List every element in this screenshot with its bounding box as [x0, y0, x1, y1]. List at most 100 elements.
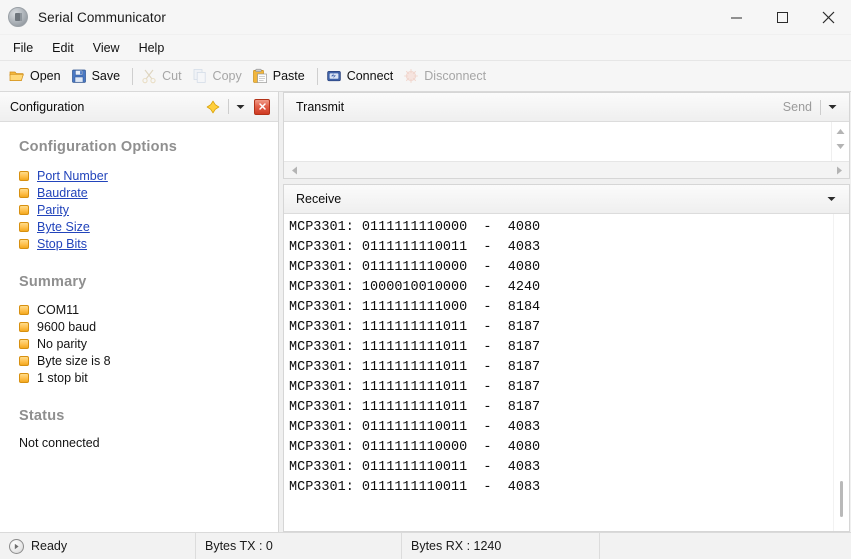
status-bytes-tx: Bytes TX : 0 — [196, 533, 402, 559]
scrollbar-thumb[interactable] — [840, 481, 843, 517]
config-option-byte-size[interactable]: Byte Size — [19, 219, 278, 235]
summary-item-parity: No parity — [19, 336, 278, 352]
bullet-icon — [19, 239, 29, 249]
paste-button[interactable]: Paste — [250, 64, 310, 88]
configuration-panel-header: Configuration — [0, 92, 278, 122]
send-button: Send — [783, 100, 812, 114]
receive-log[interactable]: MCP3301: 0111111110000 - 4080 MCP3301: 0… — [284, 214, 833, 531]
main-content: Configuration Config — [0, 92, 851, 532]
connect-button[interactable]: Connect — [324, 64, 399, 88]
triangle-up-icon[interactable] — [833, 124, 848, 139]
triangle-left-icon[interactable] — [287, 163, 301, 177]
configuration-options-heading: Configuration Options — [19, 139, 278, 155]
config-option-port-number[interactable]: Port Number — [19, 168, 278, 184]
transmit-header-separator — [820, 100, 821, 115]
chevron-down-icon[interactable] — [232, 96, 249, 118]
receive-body: MCP3301: 0111111110000 - 4080 MCP3301: 0… — [284, 214, 849, 531]
status-bar: Ready Bytes TX : 0 Bytes RX : 1240 — [0, 532, 851, 559]
toolbar: Open Save — [0, 61, 851, 92]
transmit-editor-row — [284, 122, 849, 161]
bullet-icon — [19, 305, 29, 315]
status-value: Not connected — [19, 436, 278, 450]
bullet-icon — [19, 188, 29, 198]
summary-heading: Summary — [19, 274, 278, 290]
menu-item-help[interactable]: Help — [135, 39, 174, 57]
cut-button: Cut — [139, 64, 186, 88]
receive-panel: Receive MCP3301: 0111111110000 - 4080 MC… — [283, 184, 850, 532]
close-icon[interactable] — [805, 0, 851, 34]
summary-item-label: Byte size is 8 — [37, 354, 111, 368]
open-button[interactable]: Open — [7, 64, 66, 88]
save-button[interactable]: Save — [69, 64, 126, 88]
minimize-icon[interactable] — [713, 0, 759, 34]
status-ready-cell: Ready — [0, 533, 196, 559]
toolbar-separator-1 — [132, 68, 133, 85]
menu-item-view[interactable]: View — [89, 39, 129, 57]
status-bar-filler — [600, 533, 851, 559]
summary-item-baudrate: 9600 baud — [19, 319, 278, 335]
cut-button-label: Cut — [162, 69, 181, 83]
paste-button-label: Paste — [273, 69, 305, 83]
receive-panel-header: Receive — [284, 185, 849, 214]
config-option-label[interactable]: Parity — [37, 203, 69, 217]
config-option-label[interactable]: Byte Size — [37, 220, 90, 234]
play-circle-icon — [9, 539, 24, 554]
toolbar-separator-2 — [317, 68, 318, 85]
communication-panels: Transmit Send — [283, 92, 851, 532]
bullet-icon — [19, 373, 29, 383]
bullet-icon — [19, 205, 29, 215]
menu-bar: File Edit View Help — [0, 35, 851, 61]
transmit-horizontal-scrollbar[interactable] — [284, 161, 849, 178]
transmit-input[interactable] — [284, 122, 831, 161]
transmit-panel-title: Transmit — [296, 100, 783, 114]
bullet-icon — [19, 356, 29, 366]
maximize-icon[interactable] — [759, 0, 805, 34]
transmit-panel-header: Transmit Send — [284, 93, 849, 122]
summary-item-byte-size: Byte size is 8 — [19, 353, 278, 369]
summary-item-port: COM11 — [19, 302, 278, 318]
summary-item-label: COM11 — [37, 303, 79, 317]
menu-item-file[interactable]: File — [9, 39, 42, 57]
triangle-down-icon[interactable] — [833, 139, 848, 154]
status-heading: Status — [19, 408, 278, 424]
save-button-label: Save — [92, 69, 121, 83]
config-option-label[interactable]: Baudrate — [37, 186, 88, 200]
transmit-vertical-scrollbar[interactable] — [831, 122, 849, 161]
config-option-label[interactable]: Stop Bits — [37, 237, 87, 251]
summary-item-label: No parity — [37, 337, 87, 351]
receive-vertical-scrollbar[interactable] — [833, 214, 849, 531]
scissors-icon — [141, 68, 157, 84]
config-option-baudrate[interactable]: Baudrate — [19, 185, 278, 201]
status-bytes-rx: Bytes RX : 1240 — [402, 533, 600, 559]
connect-button-label: Connect — [347, 69, 394, 83]
summary-list: COM11 9600 baud No parity Byte size is 8 — [19, 302, 278, 386]
copy-button: Copy — [190, 64, 247, 88]
menu-item-edit[interactable]: Edit — [48, 39, 83, 57]
disconnect-icon — [403, 68, 419, 84]
chevron-down-icon[interactable] — [824, 96, 841, 118]
config-option-stop-bits[interactable]: Stop Bits — [19, 236, 278, 252]
disconnect-button-label: Disconnect — [424, 69, 486, 83]
pin-diamond-icon[interactable] — [205, 99, 221, 115]
copy-icon — [192, 68, 208, 84]
configuration-panel-title: Configuration — [10, 100, 205, 114]
configuration-panel-body: Configuration Options Port Number Baudra… — [0, 122, 278, 532]
copy-button-label: Copy — [213, 69, 242, 83]
config-option-parity[interactable]: Parity — [19, 202, 278, 218]
bullet-icon — [19, 222, 29, 232]
connect-plug-icon — [326, 68, 342, 84]
triangle-right-icon[interactable] — [832, 163, 846, 177]
clipboard-paste-icon — [252, 68, 268, 84]
disconnect-button: Disconnect — [401, 64, 491, 88]
summary-item-stop-bits: 1 stop bit — [19, 370, 278, 386]
configuration-panel: Configuration Config — [0, 92, 279, 532]
receive-panel-title: Receive — [296, 192, 823, 206]
chevron-down-icon[interactable] — [823, 188, 840, 210]
close-icon[interactable] — [254, 99, 270, 115]
floppy-disk-icon — [71, 68, 87, 84]
window-controls — [713, 0, 851, 34]
app-icon — [8, 7, 28, 27]
config-option-label[interactable]: Port Number — [37, 169, 108, 183]
bullet-icon — [19, 322, 29, 332]
application-window: Serial Communicator File Edit View Help — [0, 0, 851, 559]
